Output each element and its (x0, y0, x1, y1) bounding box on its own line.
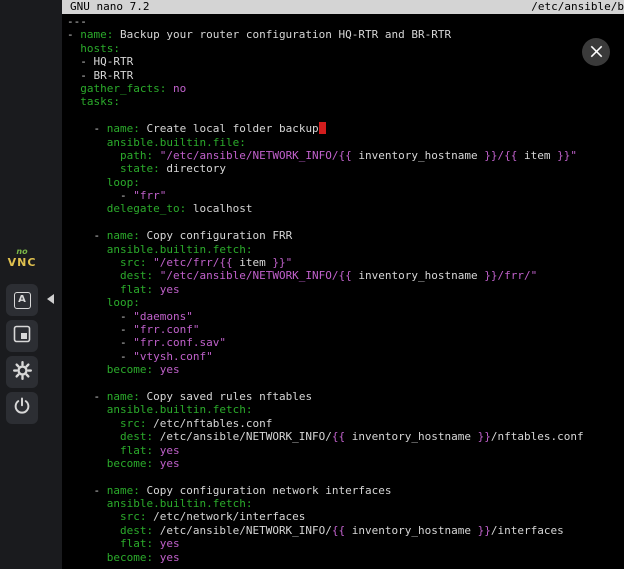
fullscreen-button[interactable] (6, 320, 38, 352)
code-line (67, 109, 624, 122)
code-line: ansible.builtin.file: (67, 136, 624, 149)
code-line: become: yes (67, 551, 624, 564)
code-line: delegate_to: localhost (67, 202, 624, 215)
text-cursor (319, 122, 326, 134)
code-line: ansible.builtin.fetch: (67, 497, 624, 510)
code-line: flat: yes (67, 283, 624, 296)
code-line: src: "/etc/frr/{{ item }}" (67, 256, 624, 269)
extra-keys-button[interactable]: A (6, 284, 38, 316)
editor-lines[interactable]: ---- name: Backup your router configurat… (62, 14, 624, 564)
code-line (67, 470, 624, 483)
vnc-control-panel: no VNC A (0, 0, 62, 569)
close-button[interactable] (582, 38, 610, 66)
code-line: flat: yes (67, 537, 624, 550)
power-button[interactable] (6, 392, 38, 424)
code-line: - BR-RTR (67, 69, 624, 82)
code-line: become: yes (67, 457, 624, 470)
code-line: - "frr.conf.sav" (67, 336, 624, 349)
code-line: - "vtysh.conf" (67, 350, 624, 363)
code-line: - name: Copy saved rules nftables (67, 390, 624, 403)
code-line: dest: /etc/ansible/NETWORK_INFO/{{ inven… (67, 430, 624, 443)
code-line: flat: yes (67, 444, 624, 457)
code-line: - name: Create local folder backup (67, 122, 624, 135)
power-icon (13, 397, 31, 419)
settings-button[interactable] (6, 356, 38, 388)
code-line: loop: (67, 296, 624, 309)
chevron-left-icon (47, 294, 54, 304)
novnc-logo: no VNC (4, 246, 40, 268)
control-bar-handle[interactable] (43, 287, 57, 311)
code-line: src: /etc/network/interfaces (67, 510, 624, 523)
novnc-logo-bottom: VNC (4, 257, 40, 268)
code-line: ansible.builtin.fetch: (67, 403, 624, 416)
fullscreen-icon (13, 325, 31, 347)
code-line: dest: "/etc/ansible/NETWORK_INFO/{{ inve… (67, 269, 624, 282)
code-line: - "daemons" (67, 310, 624, 323)
code-line: - "frr" (67, 189, 624, 202)
code-line (67, 377, 624, 390)
code-line: - name: Copy configuration network inter… (67, 484, 624, 497)
close-icon (590, 43, 603, 62)
code-line: tasks: (67, 95, 624, 108)
keyboard-a-icon: A (14, 292, 31, 309)
code-line: - "frr.conf" (67, 323, 624, 336)
code-line: hosts: (67, 42, 624, 55)
terminal-window[interactable]: GNU nano 7.2 /etc/ansible/b ---- name: B… (62, 0, 624, 569)
code-line: state: directory (67, 162, 624, 175)
code-line: loop: (67, 176, 624, 189)
code-line (67, 216, 624, 229)
code-line: ansible.builtin.fetch: (67, 243, 624, 256)
code-line: path: "/etc/ansible/NETWORK_INFO/{{ inve… (67, 149, 624, 162)
nano-app-title: GNU nano 7.2 (70, 0, 149, 14)
code-line: gather_facts: no (67, 82, 624, 95)
code-line: --- (67, 15, 624, 28)
nano-title-bar: GNU nano 7.2 /etc/ansible/b (62, 0, 624, 14)
nano-file-path: /etc/ansible/b (531, 0, 624, 14)
code-line: - name: Copy configuration FRR (67, 229, 624, 242)
code-line: - name: Backup your router configuration… (67, 28, 624, 41)
code-line: dest: /etc/ansible/NETWORK_INFO/{{ inven… (67, 524, 624, 537)
code-line: src: /etc/nftables.conf (67, 417, 624, 430)
code-line: - HQ-RTR (67, 55, 624, 68)
gear-icon (13, 361, 32, 384)
code-line: become: yes (67, 363, 624, 376)
